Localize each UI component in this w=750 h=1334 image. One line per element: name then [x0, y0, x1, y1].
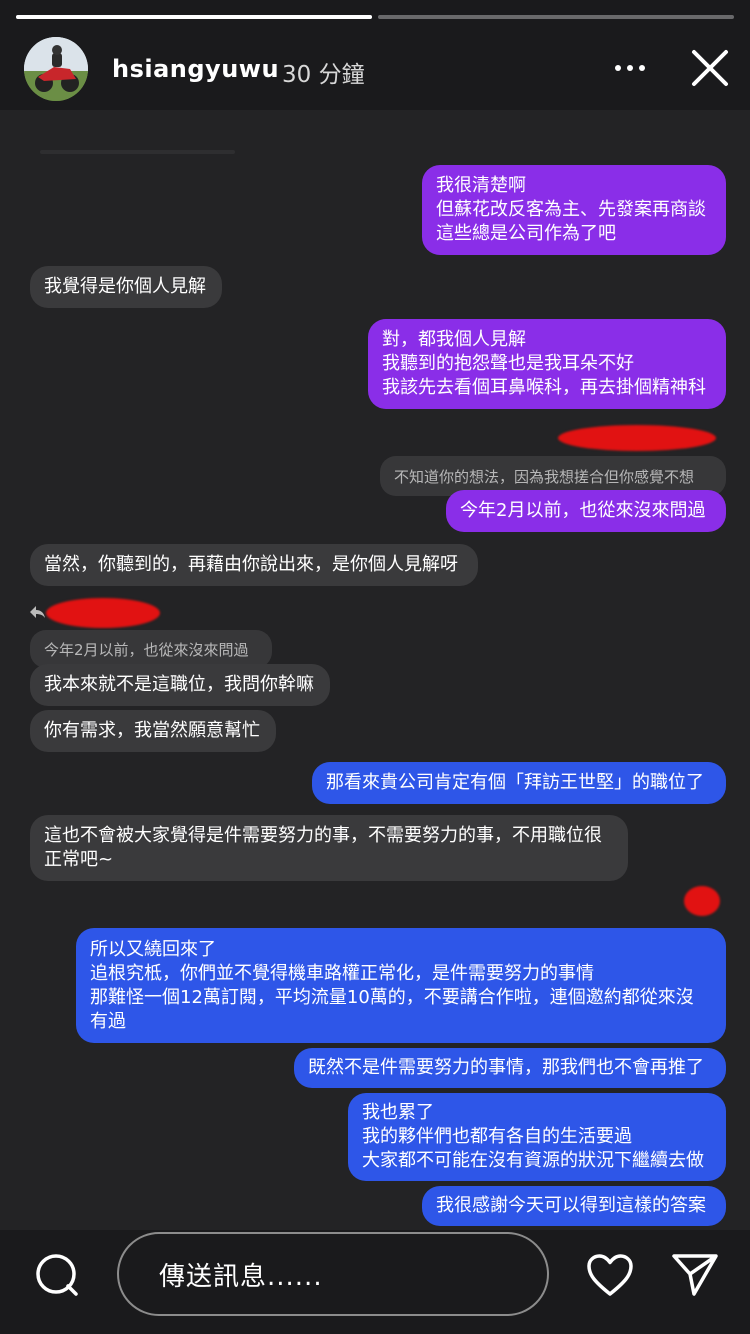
sent-message-4: 那看來貴公司肯定有個「拜訪王世堅」的職位了	[312, 762, 726, 804]
received-message-2: 當然，你聽到的，再藉由你說出來，是你個人見解呀	[30, 544, 478, 586]
camera-icon[interactable]	[34, 1252, 80, 1298]
received-message-1: 我覺得是你個人見解	[30, 266, 222, 308]
heart-icon[interactable]	[585, 1252, 635, 1298]
redacted-name-3	[684, 886, 720, 916]
sent-message-3: 今年2月以前，也從來沒來問過	[446, 490, 726, 532]
received-message-3: 我本來就不是這職位，我問你幹嘛	[30, 664, 330, 706]
redacted-name-2	[46, 598, 160, 628]
story-time-ago: 30 分鐘	[282, 62, 365, 88]
sent-message-5: 所以又繞回來了 追根究柢，你們並不覺得機車路權正常化，是件需要努力的事情 那難怪…	[76, 928, 726, 1043]
progress-fill-1	[16, 15, 372, 19]
received-message-5: 這也不會被大家覺得是件需要努力的事，不需要努力的事，不用職位很 正常吧~	[30, 815, 628, 881]
avatar[interactable]	[24, 37, 88, 101]
sent-message-8: 我很感謝今天可以得到這樣的答案	[422, 1186, 726, 1226]
redacted-name-1	[558, 425, 716, 451]
reply-arrow-icon	[30, 606, 45, 618]
story-progress-bar-2	[378, 15, 734, 19]
story-progress-bar-1	[16, 15, 372, 19]
send-icon[interactable]	[670, 1250, 720, 1298]
sent-message-1: 我很清楚啊 但蘇花改反客為主、先發案再商談 這些總是公司作為了吧	[422, 165, 726, 255]
received-message-4: 你有需求，我當然願意幫忙	[30, 710, 276, 752]
sent-message-7: 我也累了 我的夥伴們也都有各自的生活要過 大家都不可能在沒有資源的狀況下繼續去做	[348, 1093, 726, 1181]
cut-off-bubble-edge	[40, 150, 235, 154]
reply-quote-2: 今年2月以前，也從來沒來問過	[30, 630, 272, 668]
more-horizontal-icon[interactable]	[610, 58, 650, 78]
close-icon[interactable]	[688, 46, 732, 90]
motorcycle-avatar-image	[24, 37, 88, 101]
message-input[interactable]: 傳送訊息......	[117, 1232, 549, 1316]
sent-message-6: 既然不是件需要努力的事情，那我們也不會再推了	[294, 1048, 726, 1088]
sent-message-2: 對，都我個人見解 我聽到的抱怨聲也是我耳朵不好 我該先去看個耳鼻喉科，再去掛個精…	[368, 319, 726, 409]
story-username[interactable]: hsiangyuwu	[112, 55, 279, 83]
